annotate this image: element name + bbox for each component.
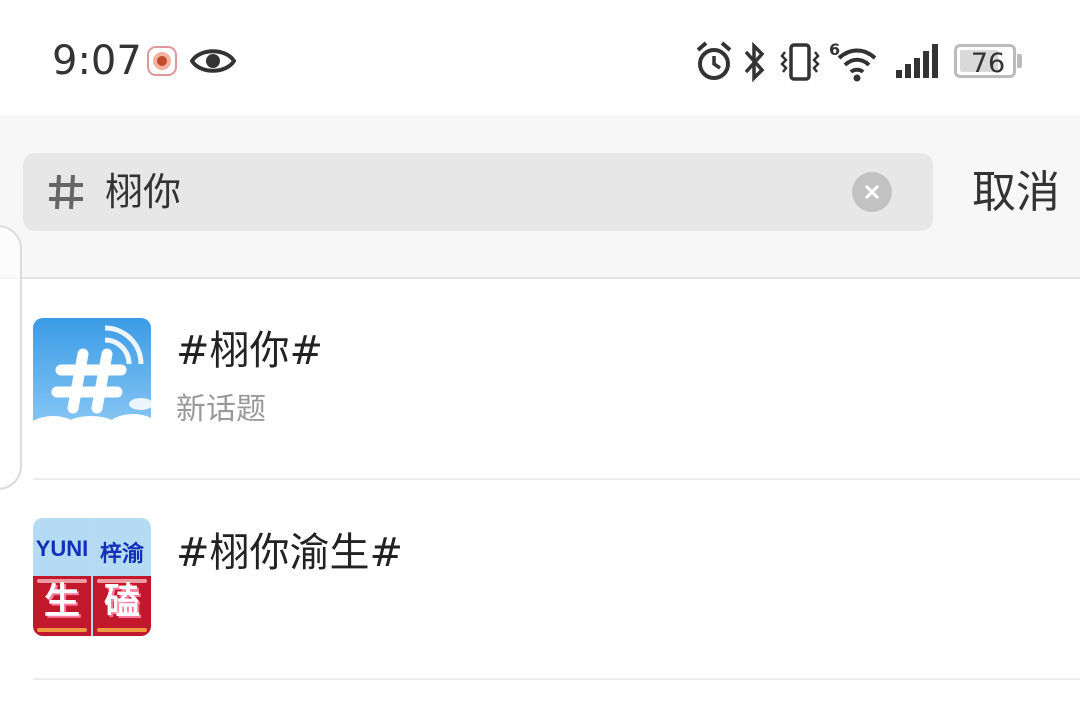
alarm-icon [696, 41, 732, 80]
battery-tip [1017, 54, 1022, 68]
poster-left-text: YUNI [35, 536, 89, 561]
poster-right-text: 梓渝 [99, 541, 144, 566]
status-time: 9:07 [52, 38, 142, 84]
result-title: #栩你渝生# [176, 530, 404, 576]
poster-left-top: YUNI [33, 518, 91, 576]
signal-icon [896, 44, 938, 78]
poster-left-bottom: 生 [33, 576, 91, 636]
poster-line [97, 628, 147, 632]
hash-icon [49, 174, 83, 210]
poster-right-panel: 梓渝 磕 [93, 518, 151, 636]
poster-right-bottom: 磕 [93, 576, 151, 636]
battery-body: 76 [954, 44, 1016, 79]
poster-right-big-text: 磕 [103, 581, 140, 622]
cancel-button[interactable]: 取消 [972, 165, 1060, 221]
list-item-new-topic[interactable]: #栩你# 新话题 [0, 279, 1080, 479]
notification-app-icon [147, 46, 177, 76]
side-edge-handle[interactable] [0, 225, 22, 490]
divider [33, 678, 1080, 680]
search-query[interactable]: 栩你 [105, 167, 181, 217]
vibrate-icon [780, 43, 820, 81]
result-subtitle: 新话题 [176, 392, 266, 427]
poster-line [37, 628, 87, 632]
status-bar: 9:07 6 76 [0, 0, 1080, 115]
list-item-topic[interactable]: YUNI 生 梓渝 磕 #栩你渝生# [0, 480, 1080, 680]
bluetooth-icon [744, 41, 765, 83]
hashtag-cloud-thumbnail [33, 318, 151, 436]
wifi-indicator: 6 [829, 40, 879, 84]
result-title: #栩你# [176, 328, 324, 374]
poster-left-big-text: 生 [43, 581, 80, 622]
battery-level: 76 [970, 48, 1006, 79]
search-input[interactable]: 栩你 [23, 153, 933, 231]
battery-icon: 76 [954, 44, 1024, 79]
clear-icon[interactable] [852, 172, 892, 212]
eye-icon [190, 49, 236, 73]
yuni-poster-thumbnail: YUNI 生 梓渝 磕 [33, 518, 151, 636]
poster-right-top: 梓渝 [93, 518, 151, 576]
poster-left-panel: YUNI 生 [33, 518, 91, 636]
wifi-icon [837, 48, 877, 82]
search-area: 栩你 取消 [0, 115, 1080, 278]
